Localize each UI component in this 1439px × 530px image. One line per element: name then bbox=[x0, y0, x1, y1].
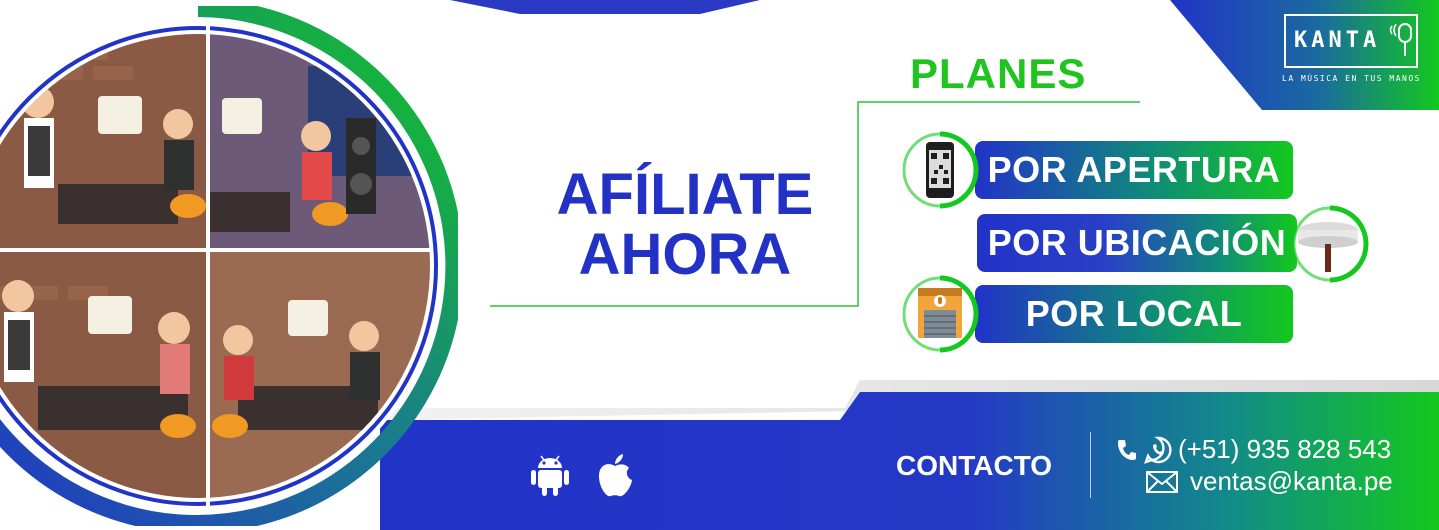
headline: AFÍLIATE AHORA bbox=[520, 165, 850, 285]
email-address: ventas@kanta.pe bbox=[1190, 466, 1393, 496]
contact-label: CONTACTO bbox=[896, 450, 1053, 481]
plan-por-local[interactable]: POR LOCAL bbox=[975, 285, 1293, 343]
plan-label: POR APERTURA bbox=[987, 149, 1281, 190]
android-icon[interactable] bbox=[530, 452, 570, 498]
plans-title: PLANES bbox=[910, 50, 1087, 97]
affiliate-banner: KANTA LA MÚSICA EN TUS MANOS AFÍLIATE AH… bbox=[0, 0, 1439, 530]
table-icon bbox=[1292, 205, 1369, 283]
footer-divider bbox=[1090, 432, 1091, 498]
whatsapp-icon bbox=[1144, 436, 1172, 464]
microphone-icon bbox=[1389, 23, 1412, 56]
restaurant-collage bbox=[0, 6, 458, 526]
plan-por-apertura[interactable]: POR APERTURA bbox=[975, 141, 1293, 199]
headline-line-1: AFÍLIATE bbox=[556, 162, 814, 227]
storefront-icon bbox=[902, 275, 979, 353]
phone-contact[interactable]: (+51) 935 828 543 bbox=[1116, 434, 1391, 465]
headline-line-2: AHORA bbox=[578, 222, 792, 287]
phone-number: (+51) 935 828 543 bbox=[1178, 434, 1392, 464]
plan-label: POR UBICACIÓN bbox=[987, 222, 1287, 263]
email-contact[interactable]: ventas@kanta.pe bbox=[1146, 466, 1393, 497]
phone-icon bbox=[1118, 439, 1136, 460]
qr-phone-icon bbox=[902, 131, 979, 209]
mail-icon bbox=[1146, 470, 1178, 493]
logo-wordmark: KANTA bbox=[1294, 28, 1381, 53]
plan-label: POR LOCAL bbox=[1025, 293, 1243, 334]
plan-por-ubicacion[interactable]: POR UBICACIÓN bbox=[977, 214, 1297, 272]
apple-icon[interactable] bbox=[595, 452, 635, 498]
kanta-logo: KANTA LA MÚSICA EN TUS MANOS bbox=[1280, 14, 1422, 88]
logo-tagline: LA MÚSICA EN TUS MANOS bbox=[1282, 74, 1421, 83]
